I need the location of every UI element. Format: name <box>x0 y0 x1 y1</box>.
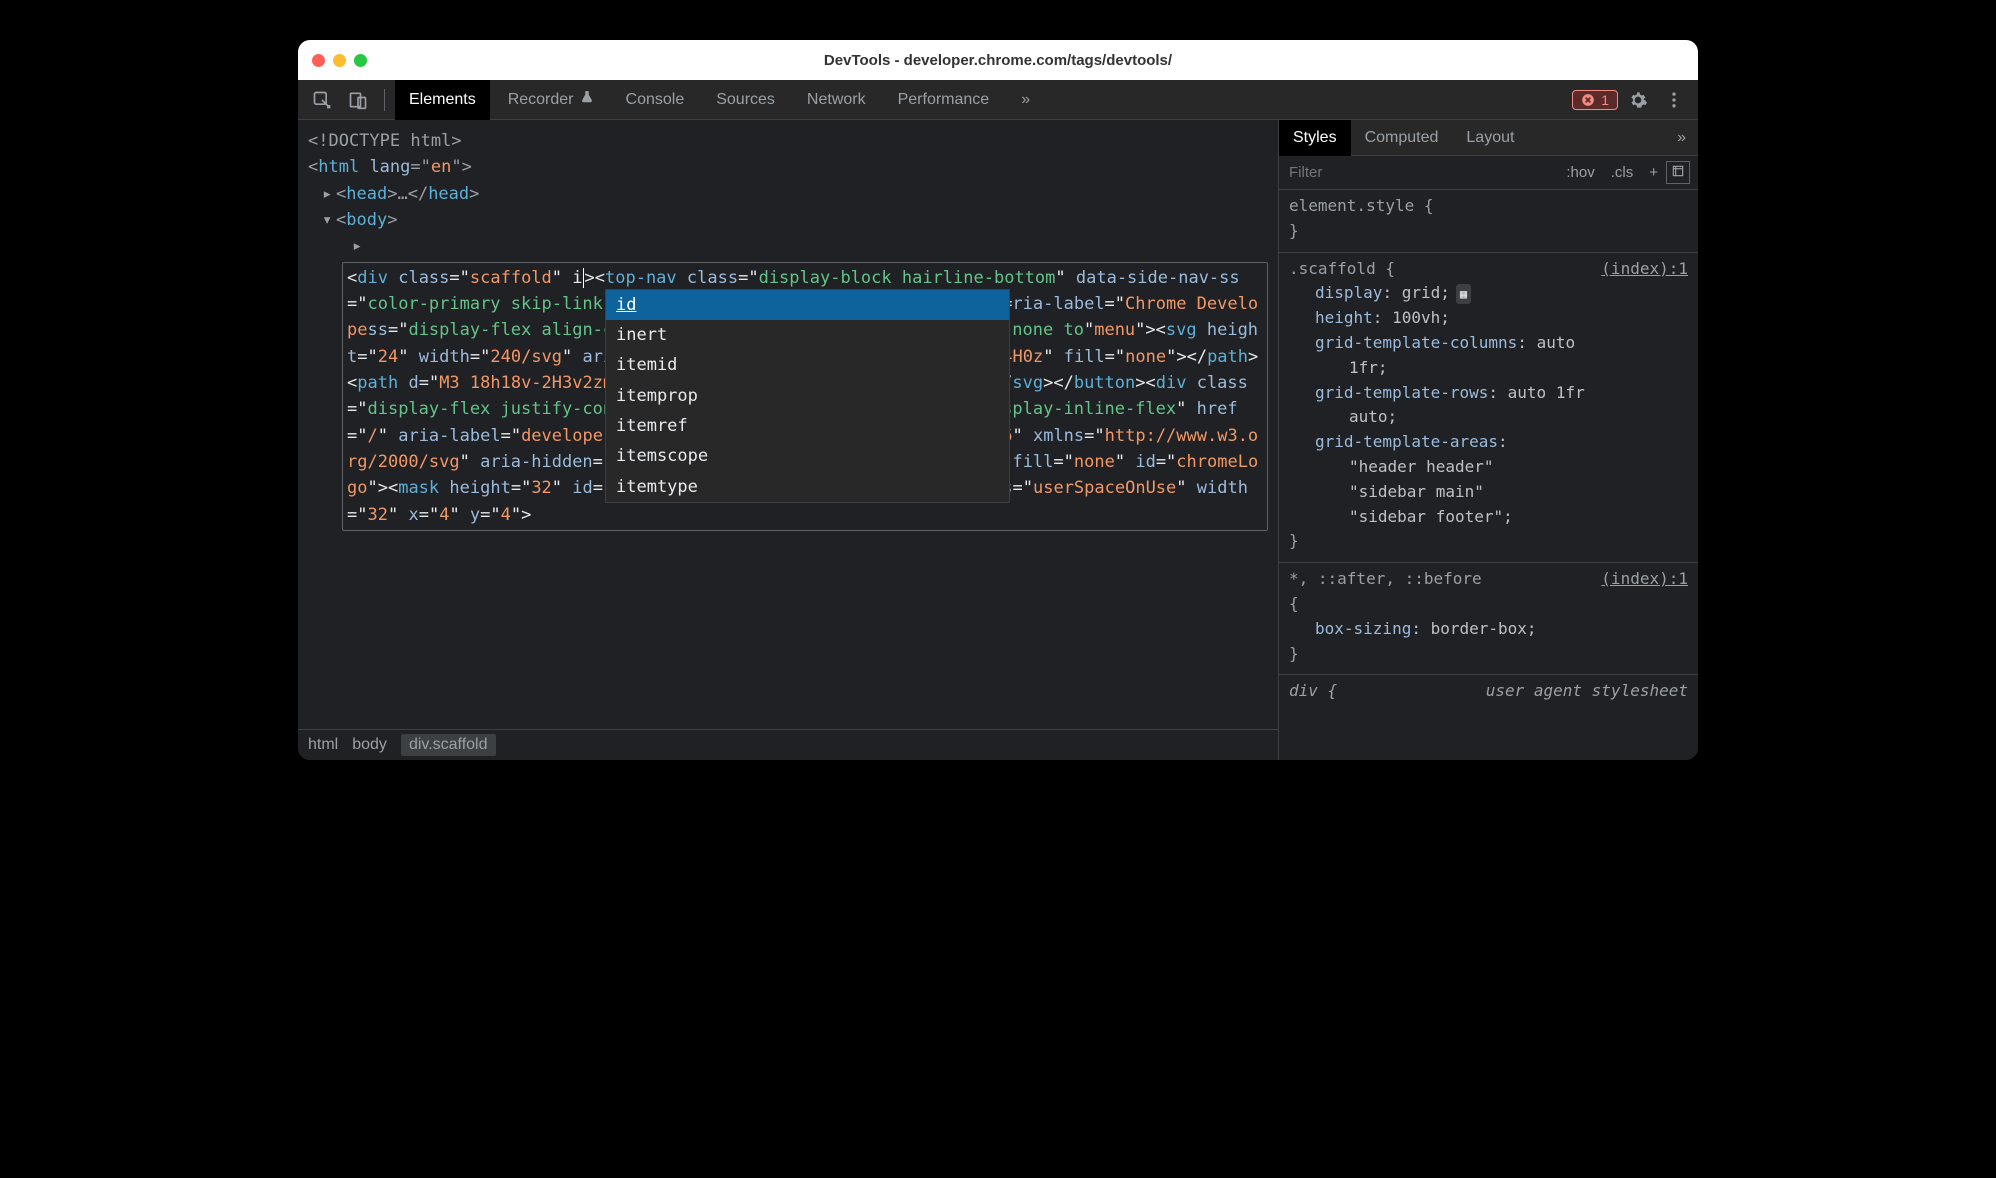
rule-div-ua[interactable]: div { user agent stylesheet <box>1279 675 1698 712</box>
tab-recorder-label: Recorder <box>508 91 574 109</box>
source-link[interactable]: (index):1 <box>1601 567 1688 592</box>
cls-toggle[interactable]: .cls <box>1603 164 1642 181</box>
error-count: 1 <box>1601 92 1609 108</box>
window-title: DevTools - developer.chrome.com/tags/dev… <box>298 52 1698 69</box>
tab-recorder[interactable]: Recorder <box>494 80 608 120</box>
ac-item-itemid[interactable]: itemid <box>606 350 1009 380</box>
tab-elements[interactable]: Elements <box>395 80 490 120</box>
rule-star[interactable]: *, ::after, ::before (index):1 { box-siz… <box>1279 563 1698 675</box>
doctype: <!DOCTYPE html> <box>308 131 462 151</box>
styles-filter-row: :hov .cls + <box>1279 156 1698 190</box>
rule-element-style[interactable]: element.style { } <box>1279 190 1698 253</box>
body-node[interactable]: ▾<body> <box>322 207 1268 233</box>
grid-badge-icon[interactable]: ▦ <box>1456 284 1471 305</box>
hov-toggle[interactable]: :hov <box>1558 164 1602 181</box>
breadcrumb: html body div.scaffold <box>298 729 1278 760</box>
editing-node[interactable]: <div class="scaffold" i><top-nav class="… <box>342 262 1268 531</box>
styles-rules[interactable]: element.style { } .scaffold { (index):1 … <box>1279 190 1698 760</box>
attribute-autocomplete: id inert itemid itemprop itemref itemsco… <box>605 289 1010 503</box>
styles-filter-input[interactable] <box>1279 164 1558 181</box>
kebab-icon[interactable] <box>1658 84 1690 116</box>
tab-overflow[interactable]: » <box>1007 80 1044 120</box>
zoom-window-button[interactable] <box>354 54 367 67</box>
devtools-window: DevTools - developer.chrome.com/tags/dev… <box>298 40 1698 760</box>
minimize-window-button[interactable] <box>333 54 346 67</box>
close-window-button[interactable] <box>312 54 325 67</box>
tab-console[interactable]: Console <box>612 80 699 120</box>
dom-tree[interactable]: <!DOCTYPE html> <html lang="en"> ▸<head>… <box>298 120 1278 729</box>
rule-scaffold[interactable]: .scaffold { (index):1 display: grid;▦ he… <box>1279 253 1698 564</box>
titlebar: DevTools - developer.chrome.com/tags/dev… <box>298 40 1698 80</box>
head-node[interactable]: ▸<head>…</head> <box>322 181 1268 207</box>
elements-panel: <!DOCTYPE html> <html lang="en"> ▸<head>… <box>298 120 1278 760</box>
styles-sidebar: Styles Computed Layout » :hov .cls + ele… <box>1278 120 1698 760</box>
breadcrumb-html[interactable]: html <box>308 736 338 754</box>
main-split: <!DOCTYPE html> <html lang="en"> ▸<head>… <box>298 120 1698 760</box>
ac-item-itemref[interactable]: itemref <box>606 411 1009 441</box>
tab-sources[interactable]: Sources <box>702 80 789 120</box>
error-count-badge[interactable]: 1 <box>1572 90 1618 110</box>
devtools-toolbar: Elements Recorder Console Sources Networ… <box>298 80 1698 120</box>
rendering-emulation-icon[interactable] <box>1666 161 1690 184</box>
ac-item-id[interactable]: id <box>606 290 1009 320</box>
window-controls <box>312 54 367 67</box>
breadcrumb-div-scaffold[interactable]: div.scaffold <box>401 734 496 756</box>
error-icon <box>1581 93 1595 107</box>
tab-styles[interactable]: Styles <box>1279 120 1351 156</box>
separator <box>384 89 385 111</box>
ac-item-inert[interactable]: inert <box>606 320 1009 350</box>
breadcrumb-body[interactable]: body <box>352 736 387 754</box>
device-toggle-icon[interactable] <box>342 84 374 116</box>
new-rule-button[interactable]: + <box>1641 164 1666 181</box>
sidebar-tabs: Styles Computed Layout » <box>1279 120 1698 156</box>
flask-icon <box>580 90 594 109</box>
ac-item-itemtype[interactable]: itemtype <box>606 472 1009 502</box>
tab-computed[interactable]: Computed <box>1351 120 1453 156</box>
gear-icon[interactable] <box>1622 84 1654 116</box>
tab-performance[interactable]: Performance <box>884 80 1004 120</box>
sidebar-overflow[interactable]: » <box>1665 129 1698 147</box>
tab-network[interactable]: Network <box>793 80 880 120</box>
inspect-icon[interactable] <box>306 84 338 116</box>
tab-layout[interactable]: Layout <box>1452 120 1528 156</box>
ac-item-itemprop[interactable]: itemprop <box>606 381 1009 411</box>
ac-item-itemscope[interactable]: itemscope <box>606 441 1009 471</box>
source-link[interactable]: (index):1 <box>1601 257 1688 282</box>
